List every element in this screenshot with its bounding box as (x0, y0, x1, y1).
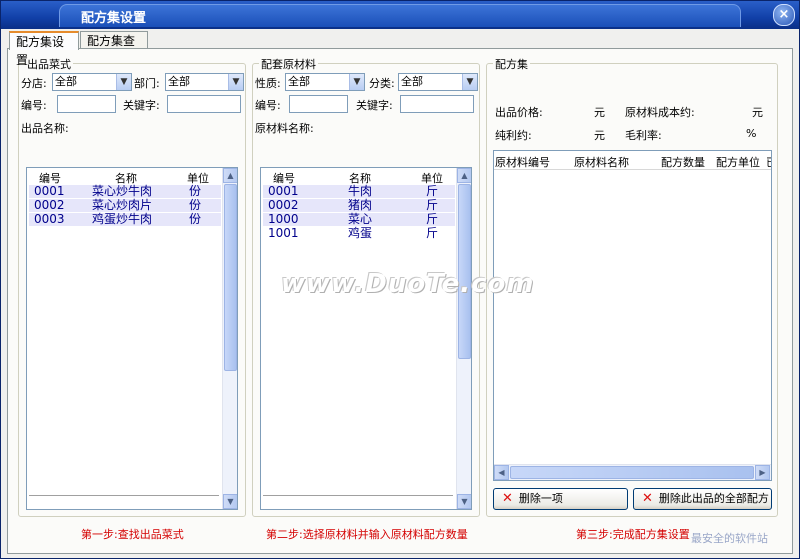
category-value: 全部 (401, 75, 423, 88)
nature-label: 性质: (255, 77, 281, 90)
delete-all-button[interactable]: ✕ 删除此出品的全部配方 (633, 488, 772, 510)
col-extra: 已 (766, 154, 771, 170)
cost-label: 原材料成本约: (625, 106, 695, 119)
delete-icon: ✕ (502, 491, 513, 506)
dish-list-scrollbar[interactable]: ▲ ▼ (222, 168, 237, 509)
step-two: 第二步:选择原材料并输入原材料配方数量 (266, 528, 468, 541)
chevron-down-icon: ▼ (116, 74, 131, 90)
material-code-input[interactable] (289, 95, 348, 113)
scroll-right-icon[interactable]: ▶ (755, 465, 770, 480)
step-one: 第一步:查找出品菜式 (81, 528, 184, 541)
dish-name-label: 出品名称: (21, 122, 69, 135)
branch-value: 全部 (55, 75, 77, 88)
material-panel-title: 配套原材料 (259, 56, 318, 72)
list-divider (29, 495, 219, 496)
dept-value: 全部 (168, 75, 190, 88)
tab-recipe-query[interactable]: 配方集查询 (80, 31, 148, 66)
list-item[interactable]: 0002 菜心炒肉片 份 (29, 199, 221, 212)
margin-label: 毛利率: (625, 129, 662, 142)
list-item[interactable]: 0002 猪肉 斤 (263, 199, 455, 212)
tab-recipe-setup[interactable]: 配方集设置 (9, 31, 79, 67)
material-keyword-label: 关键字: (356, 99, 393, 112)
delete-icon: ✕ (642, 491, 653, 506)
list-item[interactable]: 0001 菜心炒牛肉 份 (29, 185, 221, 198)
col-material-code: 原材料编号 (495, 156, 550, 169)
price-unit: 元 (594, 106, 605, 119)
category-label: 分类: (369, 77, 395, 90)
scroll-left-icon[interactable]: ◀ (494, 465, 509, 480)
dish-keyword-input[interactable] (167, 95, 241, 113)
price-label: 出品价格: (495, 106, 543, 119)
window-title: 配方集设置 (81, 11, 147, 26)
margin-unit: % (746, 127, 757, 140)
profit-label: 纯利约: (495, 129, 532, 142)
dish-panel-title: 出品菜式 (25, 56, 73, 72)
dish-code-label: 编号: (21, 99, 47, 112)
scroll-up-icon[interactable]: ▲ (223, 168, 237, 183)
dish-list[interactable]: 编号 名称 单位 0001 菜心炒牛肉 份 0002 菜心炒肉片 份 0003 … (26, 167, 238, 510)
nature-value: 全部 (288, 75, 310, 88)
cost-unit: 元 (752, 106, 763, 119)
close-icon: × (778, 7, 790, 22)
recipe-panel-title: 配方集 (493, 56, 530, 72)
material-keyword-input[interactable] (400, 95, 474, 113)
tab-content: 出品菜式 分店: 全部 ▼ 部门: 全部 ▼ 编号: 关键字: 出品名称: 编号… (7, 48, 793, 554)
col-recipe-unit: 配方单位 (716, 156, 760, 169)
dept-label: 部门: (134, 77, 160, 90)
dish-panel: 出品菜式 分店: 全部 ▼ 部门: 全部 ▼ 编号: 关键字: 出品名称: 编号… (18, 56, 246, 517)
profit-unit: 元 (594, 129, 605, 142)
branch-select[interactable]: 全部 ▼ (52, 73, 132, 91)
dept-select[interactable]: 全部 ▼ (165, 73, 244, 91)
title-bar: 配方集设置 × (1, 1, 799, 29)
recipe-list[interactable]: 原材料编号 原材料名称 配方数量 配方单位 已 ◀ ▶ (493, 150, 772, 481)
dish-keyword-label: 关键字: (123, 99, 160, 112)
title-tab (59, 4, 741, 27)
chevron-down-icon: ▼ (462, 74, 477, 90)
branch-label: 分店: (21, 77, 47, 90)
col-material-name: 原材料名称 (574, 156, 629, 169)
corner-watermark: 最安全的软件站 (691, 532, 768, 545)
list-item[interactable]: 1000 菜心 斤 (263, 213, 455, 226)
watermark: www.DuoTe.com (281, 269, 535, 299)
scroll-up-icon[interactable]: ▲ (457, 168, 471, 183)
material-name-label: 原材料名称: (255, 122, 314, 135)
chevron-down-icon: ▼ (228, 74, 243, 90)
main-window: 配方集设置 × 配方集设置 配方集查询 出品菜式 分店: 全部 ▼ 部门: 全部… (0, 0, 800, 559)
chevron-down-icon: ▼ (349, 74, 364, 90)
list-item[interactable]: 0003 鸡蛋炒牛肉 份 (29, 213, 221, 226)
delete-one-button[interactable]: ✕ 删除一项 (493, 488, 628, 510)
material-list[interactable]: 编号 名称 单位 0001 牛肉 斤 0002 猪肉 斤 1000 菜心 斤 1… (260, 167, 472, 510)
close-button[interactable]: × (773, 4, 795, 26)
scroll-down-icon[interactable]: ▼ (223, 494, 237, 509)
category-select[interactable]: 全部 ▼ (398, 73, 478, 91)
material-list-scrollbar[interactable]: ▲ ▼ (456, 168, 471, 509)
scroll-down-icon[interactable]: ▼ (457, 494, 471, 509)
recipe-hscrollbar[interactable]: ◀ ▶ (494, 464, 771, 480)
dish-code-input[interactable] (57, 95, 116, 113)
nature-select[interactable]: 全部 ▼ (285, 73, 365, 91)
list-divider (263, 495, 453, 496)
scroll-thumb[interactable] (224, 184, 237, 371)
header-divider (494, 169, 771, 170)
step-three: 第三步:完成配方集设置 (576, 528, 690, 541)
list-item[interactable]: 0001 牛肉 斤 (263, 185, 455, 198)
list-item[interactable]: 1001 鸡蛋 斤 (263, 227, 455, 240)
material-code-label: 编号: (255, 99, 281, 112)
col-quantity: 配方数量 (661, 156, 705, 169)
scroll-thumb[interactable] (510, 466, 754, 479)
